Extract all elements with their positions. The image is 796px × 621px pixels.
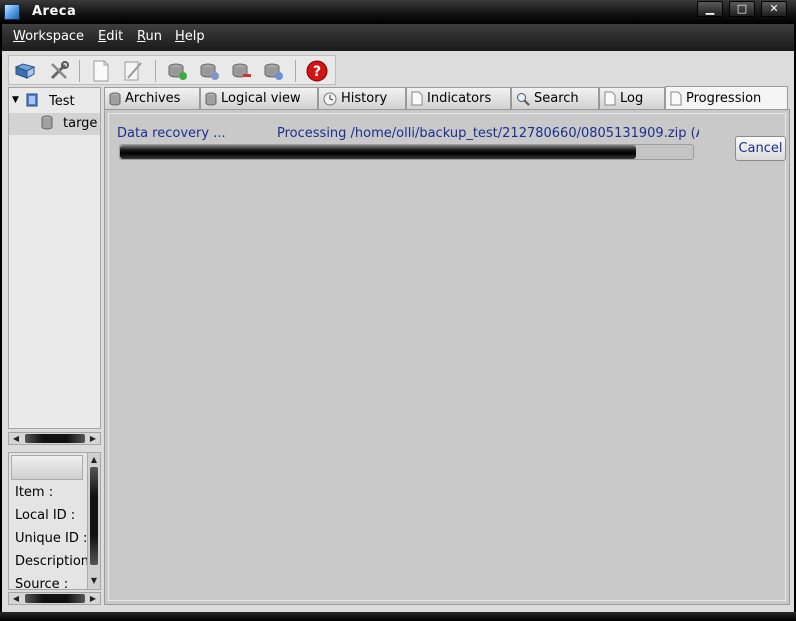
progression-panel: Data recovery ... Processing /home/olli/… <box>104 109 790 605</box>
toolbar: ? <box>8 55 336 85</box>
menu-bar: Workspace Edit Run Help <box>2 24 794 51</box>
tab-label: Archives <box>125 91 181 106</box>
svg-text:?: ? <box>313 64 321 80</box>
progress-bar <box>119 144 694 160</box>
menu-workspace[interactable]: Workspace <box>13 29 84 44</box>
toolbar-separator <box>155 60 156 82</box>
toolbar-separator <box>79 60 80 82</box>
properties-horizontal-scrollbar[interactable]: ◀ ▶ <box>8 592 101 605</box>
scroll-left-icon[interactable]: ◀ <box>10 593 22 604</box>
toolbar-separator <box>295 60 296 82</box>
target-properties-icon[interactable] <box>261 59 285 83</box>
tree-item-label: Test <box>49 94 75 109</box>
tab-log[interactable]: Log <box>599 87 665 109</box>
property-item: Item : <box>15 485 54 500</box>
close-button[interactable]: ✕ <box>761 1 787 17</box>
scroll-up-icon[interactable]: ▲ <box>88 454 100 466</box>
task-status: Processing /home/olli/backup_test/212780… <box>277 126 699 141</box>
tab-logical-view[interactable]: Logical view <box>200 87 318 109</box>
title-bar[interactable]: Areca ▁ □ ✕ <box>0 0 796 24</box>
maximize-button[interactable]: □ <box>729 1 755 17</box>
tree-horizontal-scrollbar[interactable]: ◀ ▶ <box>8 432 101 445</box>
magnifier-icon <box>516 92 530 106</box>
tab-bar: Archives Logical view History Indicators… <box>104 86 788 110</box>
scroll-left-icon[interactable]: ◀ <box>10 433 22 444</box>
property-source: Source : <box>15 577 69 590</box>
tab-label: Progression <box>686 91 762 106</box>
tab-progression[interactable]: Progression <box>665 86 788 110</box>
scroll-right-icon[interactable]: ▶ <box>87 593 99 604</box>
progression-content: Data recovery ... Processing /home/olli/… <box>108 113 786 601</box>
group-icon <box>26 93 38 111</box>
menu-run[interactable]: Run <box>137 29 162 44</box>
tab-archives[interactable]: Archives <box>104 87 200 109</box>
window-bottom-frame <box>0 612 796 621</box>
progress-bar-fill <box>120 145 636 159</box>
scroll-right-icon[interactable]: ▶ <box>87 433 99 444</box>
tree-item-target[interactable]: targe <box>9 113 100 135</box>
properties-vertical-scrollbar[interactable]: ▲ ▼ <box>87 453 100 589</box>
database-icon <box>109 92 121 106</box>
cancel-button[interactable]: Cancel <box>735 136 786 161</box>
tab-label: Log <box>620 91 644 106</box>
expand-arrow-icon[interactable]: ▼ <box>12 95 19 105</box>
task-name: Data recovery ... <box>117 126 226 141</box>
target-icon[interactable] <box>197 59 221 83</box>
database-icon <box>205 92 217 106</box>
properties-panel: Item : Local ID : Unique ID : Descriptio… <box>8 452 101 590</box>
menu-help[interactable]: Help <box>175 29 205 44</box>
edit-icon[interactable] <box>121 59 145 83</box>
clock-icon <box>323 92 337 106</box>
tab-search[interactable]: Search <box>511 87 599 109</box>
minimize-button[interactable]: ▁ <box>697 1 723 17</box>
add-target-icon[interactable] <box>165 59 189 83</box>
document-icon <box>604 91 616 106</box>
new-document-icon[interactable] <box>89 59 113 83</box>
settings-icon[interactable] <box>47 59 71 83</box>
property-unique-id: Unique ID : <box>15 531 88 546</box>
tab-label: Logical view <box>221 91 301 106</box>
main-window: Workspace Edit Run Help ? ▼ Test targe ◀… <box>0 24 796 612</box>
tab-label: Indicators <box>427 91 492 106</box>
scrollbar-thumb[interactable] <box>25 594 85 603</box>
tab-history[interactable]: History <box>318 87 406 109</box>
remove-target-icon[interactable] <box>229 59 253 83</box>
properties-header <box>11 455 83 480</box>
tab-label: Search <box>534 91 579 106</box>
tab-label: History <box>341 91 388 106</box>
database-icon <box>41 115 53 134</box>
property-description: Description : <box>15 554 98 569</box>
help-icon[interactable]: ? <box>305 59 329 83</box>
menu-edit[interactable]: Edit <box>98 29 123 44</box>
workspace-tree: ▼ Test targe <box>8 87 101 429</box>
tree-item-label: targe <box>63 116 98 131</box>
workspace-icon[interactable] <box>13 59 37 83</box>
app-icon <box>4 4 20 20</box>
scrollbar-thumb[interactable] <box>90 467 98 565</box>
document-icon <box>411 91 423 106</box>
tree-item-test[interactable]: ▼ Test <box>9 91 100 113</box>
property-local-id: Local ID : <box>15 508 76 523</box>
scroll-down-icon[interactable]: ▼ <box>88 575 100 587</box>
window-title: Areca <box>32 4 77 19</box>
tab-indicators[interactable]: Indicators <box>406 87 511 109</box>
document-icon <box>670 91 682 106</box>
scrollbar-thumb[interactable] <box>25 434 85 443</box>
